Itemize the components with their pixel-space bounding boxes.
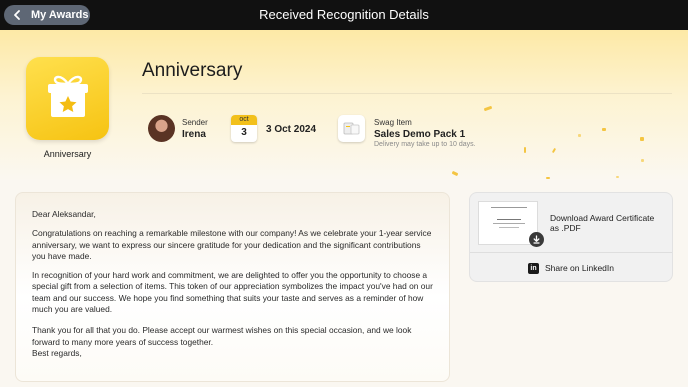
calendar-icon: oct 3 [231,115,257,142]
delivery-note: Delivery may take up to 10 days. [374,141,476,148]
confetti-decoration [602,128,606,131]
confetti-decoration [546,177,550,179]
sender-label: Sender [182,118,208,127]
award-date: 3 Oct 2024 [266,124,317,135]
download-icon[interactable] [529,232,544,247]
share-linkedin-button[interactable]: in Share on LinkedIn [470,253,672,281]
page-title: Received Recognition Details [259,7,429,22]
swag-item-image [338,115,365,142]
gift-star-icon [41,69,95,128]
share-linkedin-label: Share on LinkedIn [545,263,614,273]
message-paragraph: Congratulations on reaching a remarkable… [32,228,432,261]
linkedin-icon: in [528,262,539,274]
divider [142,93,672,94]
confetti-decoration [640,137,644,141]
award-caption: Anniversary [43,149,92,159]
award-badge [26,57,109,140]
confetti-decoration [641,159,644,162]
message-card: Dear Aleksandar, Congratulations on reac… [15,192,450,382]
confetti-decoration [578,134,581,137]
confetti-decoration [551,147,557,154]
message-greeting: Dear Aleksandar, [32,209,96,219]
confetti-decoration [616,176,619,178]
calendar-day: 3 [241,127,247,138]
confetti-decoration [483,105,493,112]
download-certificate-link[interactable]: Download Award Certificate as .PDF [550,213,665,233]
confetti-decoration [524,147,526,153]
sender-name: Irena [182,129,206,140]
top-bar: My Awards Received Recognition Details [0,0,688,30]
award-title: Anniversary [142,60,243,81]
message-closing: Best regards, [32,347,82,358]
avatar [148,115,175,142]
swag-name: Sales Demo Pack 1 [374,129,466,140]
confetti-decoration [451,170,459,177]
actions-card: Download Award Certificate as .PDF in Sh… [469,192,673,282]
calendar-month: oct [231,115,257,125]
swag-label: Swag Item [374,118,412,127]
message-paragraph: Thank you for all that you do. Please ac… [32,325,412,347]
message-paragraph: In recognition of your hard work and com… [32,270,433,315]
